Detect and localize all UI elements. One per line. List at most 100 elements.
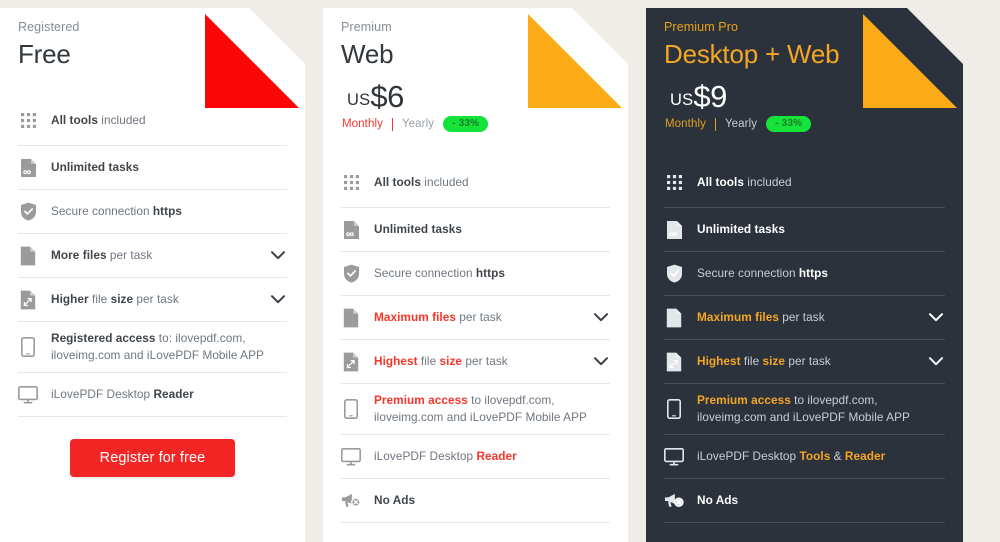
feature-text-segment: Highest	[697, 354, 741, 369]
feature-label: Premium access to ilovepdf.com, iloveimg…	[697, 392, 945, 426]
feature-label: All tools included	[374, 174, 610, 191]
feature-label: Secure connection https	[374, 265, 610, 282]
feature-row: No Ads	[341, 479, 610, 523]
billing-option-yearly[interactable]: Yearly	[402, 118, 434, 130]
plan-eyebrow: Registered	[18, 20, 80, 34]
feature-row: All tools included	[664, 164, 945, 208]
feature-text-segment: size	[762, 354, 786, 369]
feature-text-segment: Reader	[476, 449, 517, 464]
no-ads-icon	[341, 490, 361, 512]
feature-label: Highest file size per task	[697, 353, 916, 370]
chevron-down-icon[interactable]	[594, 313, 608, 322]
price-currency: US	[347, 91, 371, 110]
feature-row: Highest file size per task	[664, 340, 945, 384]
price-currency: US	[670, 91, 694, 110]
chevron-down-icon[interactable]	[271, 295, 285, 304]
billing-option-yearly[interactable]: Yearly	[725, 118, 757, 130]
feature-label: Higher file size per task	[51, 291, 258, 308]
grid-icon	[664, 172, 684, 194]
feature-text-segment: Unlimited tasks	[374, 222, 462, 237]
feature-row: Maximum files per task	[341, 296, 610, 340]
feature-row: iLovePDF Desktop Reader	[341, 435, 610, 479]
plan-title: Free	[18, 38, 71, 69]
chevron-down-icon[interactable]	[929, 313, 943, 322]
feature-text-segment: Maximum files	[374, 310, 456, 325]
feature-text-segment: All tools	[51, 113, 98, 128]
feature-text-segment: All tools	[697, 175, 744, 190]
plan-title: Desktop + Web	[664, 38, 840, 69]
feature-text-segment: Tools	[799, 449, 831, 464]
feature-list: All tools included Unlimited tasks Secure …	[341, 164, 610, 523]
feature-text-segment: size	[439, 354, 463, 369]
feature-row: Secure connection https	[341, 252, 610, 296]
feature-label: Maximum files per task	[697, 309, 916, 326]
feature-row: All tools included	[18, 102, 287, 146]
feature-label: Registered access to: ilovepdf.com, ilov…	[51, 330, 287, 364]
feature-list: All tools included Unlimited tasks Secure …	[664, 164, 945, 523]
grid-icon	[341, 172, 361, 194]
feature-label: Premium access to ilovepdf.com, iloveimg…	[374, 392, 610, 426]
feature-row: Unlimited tasks	[341, 208, 610, 252]
feature-text-segment: Premium access	[374, 393, 468, 408]
feature-row: Maximum files per task	[664, 296, 945, 340]
file-resize-icon	[18, 289, 38, 311]
feature-text-segment: Higher	[51, 292, 89, 307]
plan-card-web: Premium Web US$6 Monthly Yearly - 33% All tool…	[323, 8, 628, 542]
feature-label: Secure connection https	[697, 265, 945, 282]
feature-text-segment: Registered access	[51, 331, 156, 346]
feature-text-segment: Reader	[153, 387, 194, 402]
feature-text-segment: Unlimited tasks	[51, 160, 139, 175]
plan-card-desktop-web: Premium Pro Desktop + Web US$9 Monthly Yearl…	[646, 8, 963, 542]
feature-text-segment: Secure connection	[51, 204, 153, 219]
feature-text-segment: Secure connection	[374, 266, 476, 281]
feature-text-segment: file	[88, 292, 111, 307]
feature-text-segment: Reader	[844, 449, 886, 464]
feature-text-segment: per task	[785, 354, 831, 369]
discount-badge: - 33%	[766, 116, 811, 132]
billing-separator	[392, 118, 393, 131]
feature-text-segment: No Ads	[374, 493, 416, 508]
file-icon	[18, 245, 38, 267]
feature-list: All tools included Unlimited tasks Secure …	[18, 102, 287, 417]
feature-text-segment: per task	[455, 310, 502, 325]
grid-icon	[18, 110, 38, 132]
chevron-down-icon[interactable]	[594, 357, 608, 366]
file-resize-icon	[341, 351, 361, 373]
register-for-free-button[interactable]: Register for free	[70, 439, 236, 477]
feature-text-segment: Secure connection	[697, 266, 799, 281]
plan-price: US$6	[341, 81, 610, 112]
feature-row: Unlimited tasks	[664, 208, 945, 252]
feature-row: Premium access to ilovepdf.com, iloveimg…	[664, 384, 945, 435]
feature-text-segment: &	[830, 449, 845, 464]
feature-text-segment: per task	[462, 354, 508, 369]
feature-text-segment: included	[743, 175, 792, 190]
feature-row: Secure connection https	[664, 252, 945, 296]
plan-header: Premium Pro Desktop + Web US$9 Monthly Yearl…	[664, 8, 945, 138]
infinite-tasks-icon	[18, 157, 38, 179]
shield-check-icon	[664, 263, 684, 285]
feature-text-segment: per task	[133, 292, 179, 307]
plan-eyebrow: Premium Pro	[664, 20, 739, 34]
feature-label: iLovePDF Desktop Reader	[51, 386, 287, 403]
mobile-icon	[341, 398, 361, 420]
feature-text-segment: Maximum files	[697, 310, 779, 325]
feature-text-segment: iLovePDF Desktop	[374, 449, 477, 464]
chevron-down-icon[interactable]	[929, 357, 943, 366]
feature-label: All tools included	[697, 174, 945, 191]
billing-option-monthly[interactable]: Monthly	[665, 118, 706, 130]
plan-header: Registered Free	[18, 8, 287, 76]
feature-label: Unlimited tasks	[51, 159, 287, 176]
feature-row: More files per task	[18, 234, 287, 278]
feature-row: Registered access to: ilovepdf.com, ilov…	[18, 322, 287, 373]
feature-label: iLovePDF Desktop Reader	[374, 448, 610, 465]
feature-row: Premium access to ilovepdf.com, iloveimg…	[341, 384, 610, 435]
feature-text-segment: file	[417, 354, 440, 369]
feature-text-segment: per task	[106, 248, 153, 263]
feature-text-segment: Highest	[374, 354, 418, 369]
feature-row: Higher file size per task	[18, 278, 287, 322]
mobile-icon	[18, 336, 38, 358]
feature-text-segment: iLovePDF Desktop	[697, 449, 800, 464]
chevron-down-icon[interactable]	[271, 251, 285, 260]
billing-option-monthly[interactable]: Monthly	[342, 118, 383, 130]
plan-card-free: Registered Free All tools included Unlimite…	[0, 8, 305, 542]
